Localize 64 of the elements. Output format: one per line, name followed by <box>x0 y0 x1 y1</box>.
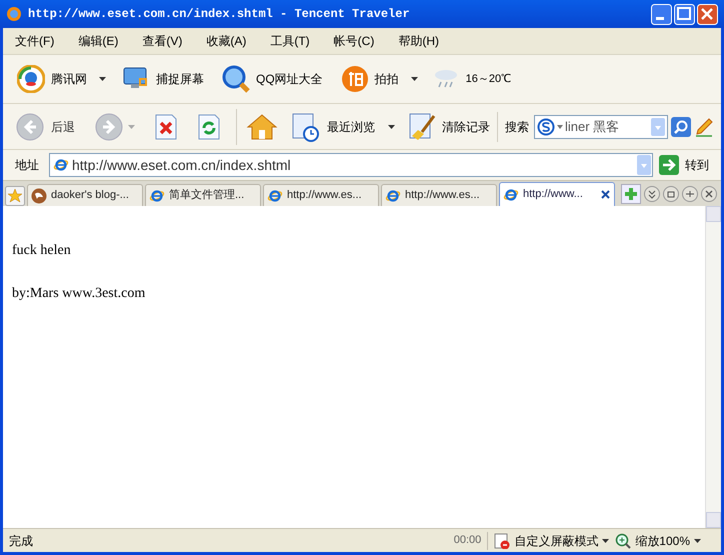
page-icon <box>503 186 519 202</box>
search-engine-logo-icon <box>537 118 555 136</box>
zoom-button[interactable]: 缩放100% <box>615 532 701 550</box>
menu-item[interactable]: 编辑(E) <box>72 30 124 52</box>
restore-icon[interactable] <box>663 186 679 202</box>
globe-icon <box>31 188 47 204</box>
page-icon <box>53 157 69 173</box>
pencil-icon[interactable] <box>694 116 714 136</box>
search-bar[interactable]: liner 黑客 <box>534 114 668 138</box>
go-button[interactable]: 转到 <box>659 155 709 175</box>
caret-icon[interactable] <box>388 124 395 128</box>
caret-icon[interactable] <box>99 77 106 81</box>
weather-text: 16～20℃ <box>466 72 512 87</box>
scrollbar[interactable] <box>705 206 721 528</box>
caret-icon[interactable] <box>602 538 610 542</box>
menu-item[interactable]: 帐号(C) <box>328 30 380 52</box>
new-tab-icon[interactable] <box>621 184 641 204</box>
recent-history-button[interactable]: 最近浏览 <box>291 112 375 142</box>
status-text: 完成 <box>9 532 34 550</box>
browser-tab[interactable]: http://www... <box>499 182 615 206</box>
search-field[interactable]: liner 黑客 <box>565 116 649 136</box>
block-mode-button[interactable]: 自定义屏蔽模式 <box>494 532 610 550</box>
maximize-button[interactable] <box>674 4 695 24</box>
paragraph: fuck helen <box>12 242 72 260</box>
caret-icon[interactable] <box>410 77 418 81</box>
search-label: 搜索 <box>505 118 529 136</box>
menu-item[interactable]: 查看(V) <box>136 30 188 52</box>
page-icon <box>267 188 283 204</box>
paragraph: by:Mars www.3est.com <box>12 285 146 303</box>
page-broom-icon <box>408 112 438 142</box>
menu-item[interactable]: 文件(F) <box>9 30 60 52</box>
search-icon[interactable] <box>671 116 691 136</box>
chevrons-down-icon[interactable] <box>644 186 660 202</box>
menu-item[interactable]: 帮助(H) <box>392 30 445 52</box>
address-field[interactable]: http://www.eset.com.cn/index.shtml <box>72 154 634 176</box>
clear-history-button[interactable]: 清除记录 <box>408 112 490 142</box>
browser-tab[interactable]: http://www.es... <box>381 184 497 206</box>
home-icon[interactable] <box>246 112 278 142</box>
close-icon[interactable] <box>701 186 717 202</box>
page-icon <box>149 188 165 204</box>
page-clock-icon <box>291 112 321 142</box>
browser-logo-icon <box>6 6 22 22</box>
close-icon[interactable] <box>600 189 611 200</box>
minimize-button[interactable] <box>651 4 672 24</box>
window-title: http://www.eset.com.cn/index.shtml - Tencent Traveler <box>28 6 411 23</box>
toolbar-link[interactable]: 捕捉屏幕 <box>120 65 206 93</box>
zoom-in-icon <box>615 532 632 548</box>
close-button[interactable] <box>697 4 718 24</box>
menu-item[interactable]: 收藏(A) <box>200 30 252 52</box>
caret-icon[interactable] <box>694 538 701 542</box>
magnifier-icon <box>222 65 250 93</box>
blocked-page-icon <box>494 532 510 548</box>
address-bar[interactable]: http://www.eset.com.cn/index.shtml <box>49 153 653 177</box>
browser-tab[interactable]: daoker's blog-... <box>27 184 143 206</box>
toolbar-link[interactable]: 拍拍 <box>338 65 401 93</box>
time-text: 00:00 <box>454 533 482 548</box>
arrow-right-icon <box>659 155 679 175</box>
address-label: 地址 <box>15 157 39 174</box>
browser-tab[interactable]: http://www.es... <box>263 184 379 206</box>
toolbar-link[interactable]: QQ网址大全 <box>220 65 325 93</box>
page-icon <box>385 188 401 204</box>
toolbar-link[interactable]: 腾讯网 <box>15 65 89 93</box>
menu-item[interactable]: 工具(T) <box>264 30 316 52</box>
browser-tab[interactable]: 简单文件管理... <box>145 184 261 206</box>
